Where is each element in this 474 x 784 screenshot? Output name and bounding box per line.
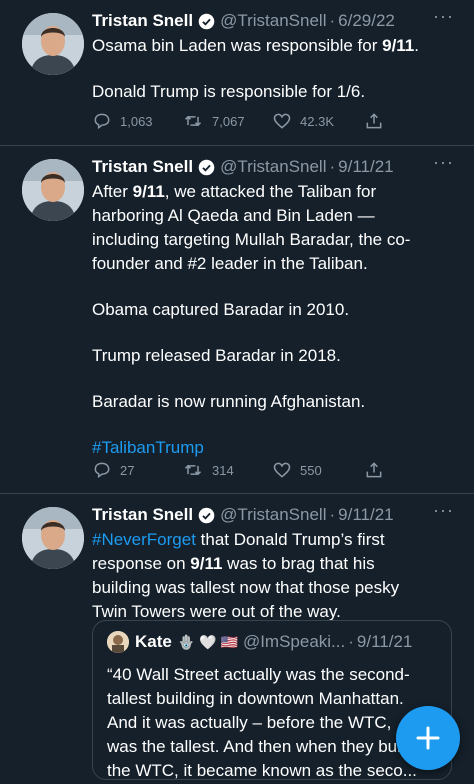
text-segment: response on [92, 554, 191, 573]
retweet-button[interactable]: 314 [182, 460, 272, 480]
share-icon [366, 113, 382, 129]
quoted-avatar [107, 631, 129, 653]
avatar-photo [22, 507, 84, 569]
quoted-tweet[interactable]: Kate 🪬 🤍 🇺🇸 @ImSpeaki... · 9/11/21 “40 W… [92, 620, 452, 780]
avatar[interactable] [22, 159, 84, 221]
quoted-tweet-text: “40 Wall Street actually was the second-… [107, 663, 447, 780]
name-emojis: 🪬 🤍 🇺🇸 [177, 633, 238, 650]
tweet-header: Tristan Snell @TristanSnell · 9/11/21 [92, 156, 462, 178]
tweet-actions: 1,063 7,067 42.3K [92, 111, 392, 131]
tweet-line: Obama captured Baradar in 2010. [92, 300, 350, 319]
verified-badge-icon [198, 13, 215, 29]
like-count: 550 [300, 462, 322, 478]
tweet-text: #NeverForget that Donald Trump’s first r… [92, 528, 464, 624]
verified-badge-icon [198, 159, 215, 175]
more-options-icon[interactable]: ··· [433, 6, 454, 27]
avatar-photo [22, 13, 84, 75]
tweet-date[interactable]: 9/11/21 [338, 157, 393, 177]
like-count: 42.3K [300, 113, 335, 129]
author-name[interactable]: Tristan Snell [92, 505, 193, 525]
quoted-author-handle: @ImSpeaki... [242, 632, 346, 651]
text-segment: that Donald Trump’s first [195, 530, 385, 549]
share-button[interactable] [364, 111, 392, 131]
plus-icon [416, 726, 440, 750]
tweet-line: #NeverForget that Donald Trump’s first [92, 528, 464, 552]
text-segment: was to brag that his [222, 554, 375, 573]
quoted-line: “40 Wall Street actually was the second- [107, 665, 410, 684]
like-button[interactable]: 42.3K [272, 111, 364, 131]
heart-icon [273, 462, 291, 478]
quoted-line: tallest building in downtown Manhattan. [107, 689, 404, 708]
separator: · [329, 505, 336, 524]
separator: · [329, 11, 336, 30]
share-button[interactable] [364, 460, 392, 480]
author-handle[interactable]: @TristanSnell [220, 11, 326, 31]
avatar[interactable] [22, 13, 84, 75]
separator: · [329, 157, 336, 176]
reply-count: 1,063 [120, 113, 153, 129]
tweet-text: Osama bin Laden was responsible for 9/11… [92, 34, 464, 104]
separator: · [348, 632, 354, 651]
text-segment: After [92, 182, 133, 201]
text-bold: 9/11 [382, 36, 415, 55]
retweet-icon [184, 115, 202, 127]
text-bold: 9/11 [132, 182, 165, 201]
tweet-header: Tristan Snell @TristanSnell · 9/11/21 [92, 504, 462, 526]
reply-button[interactable]: 1,063 [92, 111, 182, 131]
author-name[interactable]: Tristan Snell [92, 157, 193, 177]
quoted-tweet-header: Kate 🪬 🤍 🇺🇸 @ImSpeaki... · 9/11/21 [107, 631, 412, 653]
avatar-photo [22, 159, 84, 221]
tweet-line: building was tallest now that those pesk… [92, 578, 400, 597]
tweet-header: Tristan Snell @TristanSnell · 6/29/22 [92, 10, 462, 32]
hashtag-link[interactable]: #NeverForget [92, 530, 196, 549]
tweet-line: harboring Al Qaeda and Bin Laden — [92, 206, 375, 225]
tweet-line: Osama bin Laden was responsible for 9/11… [92, 34, 464, 58]
more-options-icon[interactable]: ··· [433, 500, 454, 521]
quoted-avatar-image [107, 631, 129, 653]
quoted-line: the WTC, it became known as the seco... [107, 761, 417, 780]
reply-icon [94, 113, 110, 130]
tweet[interactable]: Tristan Snell @TristanSnell · 9/11/21 ··… [0, 146, 474, 494]
tweet-line: Donald Trump is responsible for 1/6. [92, 82, 366, 101]
tweet[interactable]: Tristan Snell @TristanSnell · 6/29/22 ··… [0, 0, 474, 146]
tweet-line: Baradar is now running Afghanistan. [92, 392, 366, 411]
tweet-line: including targeting Mullah Baradar, the … [92, 230, 411, 249]
tweet-date[interactable]: 9/11/21 [338, 505, 393, 525]
quoted-author-name: Kate [135, 632, 172, 651]
retweet-button[interactable]: 7,067 [182, 111, 272, 131]
reply-count: 27 [120, 462, 135, 478]
tweet-date[interactable]: 6/29/22 [338, 11, 395, 31]
verified-badge-icon [198, 507, 215, 523]
text-bold: 9/11 [190, 554, 223, 573]
heart-icon [273, 113, 291, 129]
tweet-line: Trump released Baradar in 2018. [92, 346, 341, 365]
tweet-line: response on 9/11 was to brag that his [92, 552, 464, 576]
tweet-text: After 9/11, we attacked the Taliban for … [92, 180, 464, 460]
more-options-icon[interactable]: ··· [433, 152, 454, 173]
avatar[interactable] [22, 507, 84, 569]
like-button[interactable]: 550 [272, 460, 364, 480]
compose-tweet-button[interactable] [396, 706, 460, 770]
retweet-count: 314 [212, 462, 234, 478]
text-segment: , we attacked the Taliban for [164, 182, 377, 201]
reply-button[interactable]: 27 [92, 460, 182, 480]
text-segment: . [414, 36, 419, 55]
reply-icon [94, 462, 110, 479]
tweet-actions: 27 314 550 [92, 460, 392, 480]
retweet-icon [184, 464, 202, 476]
author-name[interactable]: Tristan Snell [92, 11, 193, 31]
quoted-tweet-date: 9/11/21 [356, 632, 413, 651]
author-handle[interactable]: @TristanSnell [220, 505, 326, 525]
share-icon [366, 462, 382, 478]
hashtag-link[interactable]: #TalibanTrump [92, 436, 464, 460]
tweet-line: After 9/11, we attacked the Taliban for [92, 180, 464, 204]
tweet-line: founder and #2 leader in the Taliban. [92, 254, 368, 273]
retweet-count: 7,067 [212, 113, 245, 129]
text-segment: Osama bin Laden was responsible for [92, 36, 383, 55]
author-handle[interactable]: @TristanSnell [220, 157, 326, 177]
